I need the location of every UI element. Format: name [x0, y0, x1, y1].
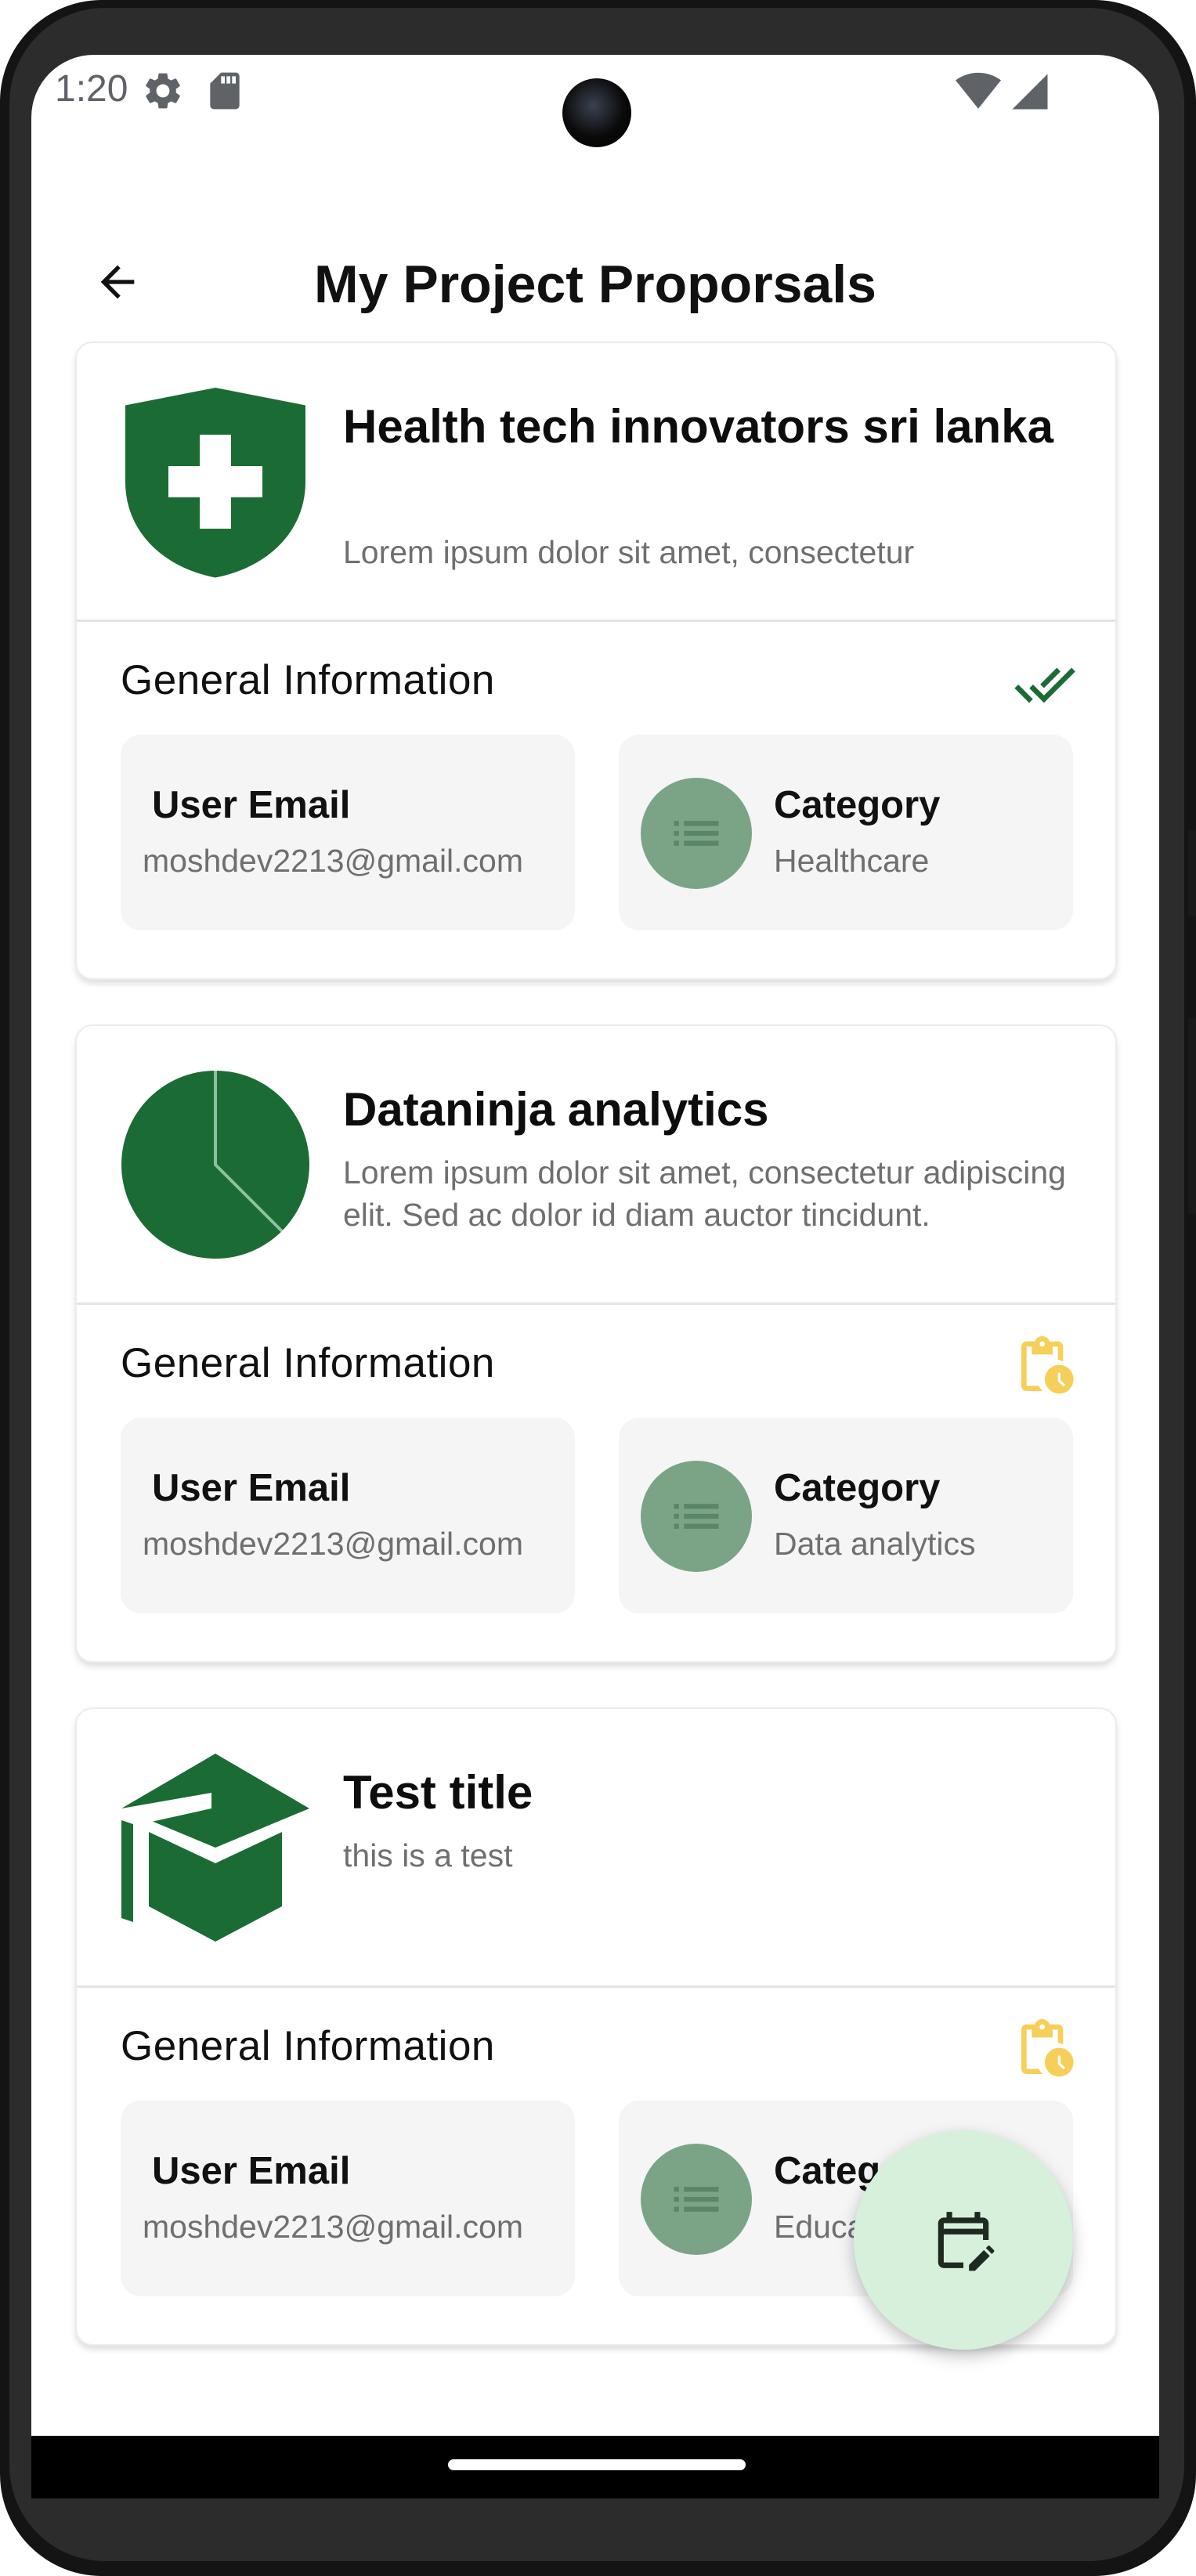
proposal-title: Health tech innovators sri lanka	[343, 400, 1053, 453]
list-icon	[641, 2144, 752, 2255]
double-check-icon	[1014, 653, 1076, 716]
proposal-title: Test title	[343, 1766, 533, 1819]
sd-card-icon	[205, 69, 244, 117]
proposal-card[interactable]: Health tech innovators sri lanka Lorem i…	[75, 341, 1117, 980]
list-icon	[641, 1461, 752, 1572]
user-email-box: User Email moshdev2213@gmail.com	[121, 2101, 575, 2296]
device-side-button	[1188, 830, 1196, 916]
proposal-description: this is a test	[343, 1837, 513, 1873]
edit-calendar-icon	[938, 2212, 995, 2271]
proposal-title: Dataninja analytics	[343, 1083, 769, 1136]
status-time: 1:20	[55, 68, 128, 110]
graduation-cap-icon	[117, 1750, 313, 1946]
category-value: Data analytics	[774, 1526, 976, 1562]
device-bottom-bezel	[31, 2498, 1159, 2545]
medical-shield-icon	[117, 384, 313, 580]
category-value: Healthcare	[774, 843, 930, 879]
category-box: Category Data analytics	[619, 1418, 1073, 1613]
app-screen: 1:20 My Project Proporsals Health tech i…	[31, 55, 1159, 2491]
wifi-icon	[956, 72, 1001, 115]
proposal-card-header: Test title this is a test	[77, 1709, 1115, 1988]
user-email-box: User Email moshdev2213@gmail.com	[121, 1418, 575, 1613]
edit-calendar-fab[interactable]	[854, 2130, 1073, 2350]
section-title: General Information	[121, 1340, 495, 1386]
clipboard-pending-icon	[1014, 1336, 1076, 1399]
category-label: Category	[774, 784, 941, 826]
clipboard-pending-icon	[1014, 2019, 1076, 2082]
proposal-card-header: Health tech innovators sri lanka Lorem i…	[77, 343, 1115, 622]
section-title: General Information	[121, 657, 495, 703]
user-email-value: moshdev2213@gmail.com	[143, 2209, 524, 2245]
user-email-box: User Email moshdev2213@gmail.com	[121, 735, 575, 930]
user-email-label: User Email	[152, 1467, 351, 1509]
app-bar: My Project Proporsals	[31, 211, 1159, 352]
pie-chart-icon	[117, 1067, 313, 1263]
front-camera	[562, 78, 631, 147]
proposal-card-header: Dataninja analytics Lorem ipsum dolor si…	[77, 1026, 1115, 1305]
device-volume-button	[1188, 1018, 1196, 1214]
page-title: My Project Proporsals	[313, 255, 877, 314]
user-email-label: User Email	[152, 784, 351, 826]
cellular-signal-icon	[1009, 70, 1051, 117]
category-box: Category Healthcare	[619, 735, 1073, 930]
category-label: Category	[774, 1467, 941, 1509]
proposal-card[interactable]: Dataninja analytics Lorem ipsum dolor si…	[75, 1024, 1117, 1663]
list-icon	[641, 778, 752, 889]
user-email-value: moshdev2213@gmail.com	[143, 843, 524, 879]
user-email-label: User Email	[152, 2150, 351, 2192]
home-gesture-bar[interactable]	[448, 2459, 746, 2470]
proposal-description: Lorem ipsum dolor sit amet, consectetur …	[343, 1154, 1066, 1233]
user-email-value: moshdev2213@gmail.com	[143, 1526, 524, 1562]
settings-gear-icon	[141, 69, 185, 117]
section-title: General Information	[121, 2023, 495, 2069]
proposal-description: Lorem ipsum dolor sit amet, consectetur	[343, 534, 915, 570]
